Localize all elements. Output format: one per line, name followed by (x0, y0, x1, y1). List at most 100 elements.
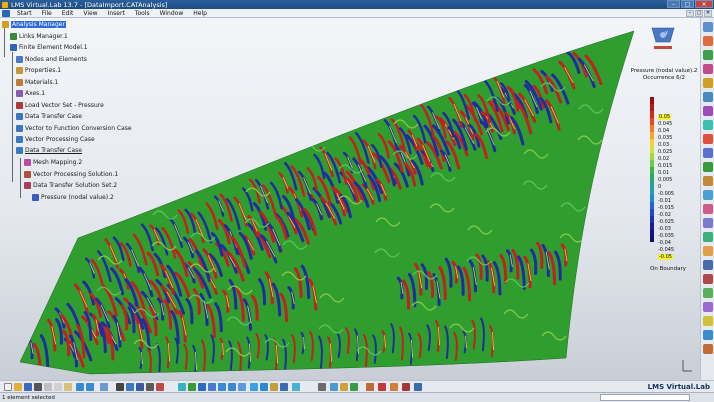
new-file-icon[interactable] (4, 383, 12, 391)
tree-node-properties[interactable]: Properties.1 (16, 66, 61, 75)
hide-show-icon[interactable] (270, 383, 278, 391)
sketch-tool-icon[interactable] (703, 36, 713, 46)
animation-tool-icon[interactable] (703, 176, 713, 186)
menu-start[interactable]: Start (12, 10, 37, 17)
measure-tool-icon[interactable] (703, 302, 713, 312)
legend-tick: 0 (658, 184, 662, 190)
tree-node-label: Vector to Function Conversion Case (25, 125, 132, 132)
normal-view-icon[interactable] (238, 383, 246, 391)
case-tool-icon[interactable] (703, 106, 713, 116)
menu-tools[interactable]: Tools (130, 10, 155, 17)
menu-window[interactable]: Window (155, 10, 189, 17)
color-legend[interactable]: Pressure (nodal value).2 Occurrence 6/2 (628, 68, 700, 278)
doc-close-button[interactable]: ✕ (704, 10, 712, 17)
report-icon[interactable] (414, 383, 422, 391)
vector-tool-icon[interactable] (703, 148, 713, 158)
macro-icon[interactable] (156, 383, 164, 391)
command-input[interactable] (600, 394, 690, 401)
function-tool-icon[interactable] (703, 246, 713, 256)
menu-edit[interactable]: Edit (57, 10, 79, 17)
solve-tool-icon[interactable] (703, 120, 713, 130)
compass-icon[interactable]: y (648, 22, 678, 52)
swap-visible-icon[interactable] (280, 383, 288, 391)
report-tool-icon[interactable] (703, 232, 713, 242)
tree-node-load-vector-set[interactable]: Load Vector Set - Pressure (16, 101, 104, 110)
legend-tick: -0.01 (658, 198, 671, 204)
tree-node-data-transfer-case-1[interactable]: Data Transfer Case (16, 112, 82, 121)
fly-mode-icon[interactable] (178, 383, 186, 391)
rotate-icon[interactable] (208, 383, 216, 391)
tree-node-nodes-elements[interactable]: Nodes and Elements (16, 55, 87, 64)
zoom-out-icon[interactable] (228, 383, 236, 391)
tree-node-fe-model[interactable]: Finite Element Model.1 (10, 43, 88, 52)
catalog-icon[interactable] (126, 383, 134, 391)
display-tool-icon[interactable] (703, 218, 713, 228)
tree-node-mesh-mapping[interactable]: Mesh Mapping.2 (24, 158, 82, 167)
result-icon[interactable] (378, 383, 386, 391)
tree-node-label: Data Transfer Solution Set.2 (33, 182, 118, 189)
select-tool-icon[interactable] (703, 22, 713, 32)
compute-icon[interactable] (366, 383, 374, 391)
contour-tool-icon[interactable] (703, 162, 713, 172)
pan-icon[interactable] (198, 383, 206, 391)
redo-icon[interactable] (86, 383, 94, 391)
image-capture-icon[interactable] (136, 383, 144, 391)
animate-icon[interactable] (390, 383, 398, 391)
open-file-icon[interactable] (14, 383, 22, 391)
render-style-icon[interactable] (292, 383, 300, 391)
close-button[interactable]: ✕ (695, 0, 713, 8)
tree-node-analysis-manager[interactable]: Analysis Manager (2, 20, 66, 29)
tree-node-axes[interactable]: Axes.1 (16, 89, 45, 98)
annotation-tool-icon[interactable] (703, 316, 713, 326)
formula-icon[interactable] (116, 383, 124, 391)
property-tool-icon[interactable] (703, 64, 713, 74)
point-icon[interactable] (330, 383, 338, 391)
paste-icon[interactable] (64, 383, 72, 391)
probe-tool-icon[interactable] (703, 190, 713, 200)
fit-all-icon[interactable] (188, 383, 196, 391)
shading-icon[interactable] (260, 383, 268, 391)
measure-icon[interactable] (318, 383, 326, 391)
mesh-tool-icon[interactable] (703, 50, 713, 60)
zoom-in-icon[interactable] (218, 383, 226, 391)
print-icon[interactable] (34, 383, 42, 391)
filter-icon[interactable] (350, 383, 358, 391)
minimize-button[interactable]: – (667, 0, 680, 8)
tree-node-materials[interactable]: Materials.1 (16, 78, 58, 87)
image-tool-icon[interactable] (703, 134, 713, 144)
transfer-tool-icon[interactable] (703, 260, 713, 270)
iso-view-icon[interactable] (250, 383, 258, 391)
tree-node-data-transfer-case-2[interactable]: Data Transfer Case (16, 146, 82, 155)
doc-restore-button[interactable]: ▢ (695, 10, 703, 17)
menu-insert[interactable]: Insert (103, 10, 130, 17)
tree-node-vector-processing-case[interactable]: Vector Processing Case (16, 135, 95, 144)
export-tool-icon[interactable] (703, 274, 713, 284)
save-icon[interactable] (24, 383, 32, 391)
group-icon[interactable] (340, 383, 348, 391)
maximize-button[interactable]: ▢ (681, 0, 694, 8)
table-icon[interactable] (146, 383, 154, 391)
help-icon[interactable] (100, 383, 108, 391)
tree-node-data-transfer-solution-set[interactable]: Data Transfer Solution Set.2 (24, 181, 117, 190)
check-tool-icon[interactable] (703, 288, 713, 298)
undo-icon[interactable] (76, 383, 84, 391)
3d-viewport[interactable]: Analysis Manager Links Manager.1 Finite … (0, 18, 700, 380)
menu-view[interactable]: View (78, 10, 102, 17)
fe-model-icon (10, 44, 17, 51)
copy-icon[interactable] (54, 383, 62, 391)
menu-help[interactable]: Help (188, 10, 212, 17)
material-tool-icon[interactable] (703, 78, 713, 88)
load-tool-icon[interactable] (703, 92, 713, 102)
tree-node-vector-processing-solution[interactable]: Vector Processing Solution.1 (24, 170, 118, 179)
cut-icon[interactable] (44, 383, 52, 391)
settings-tool-icon[interactable] (703, 330, 713, 340)
stop-icon[interactable] (402, 383, 410, 391)
doc-minimize-button[interactable]: – (686, 10, 694, 17)
tree-node-vector-conversion[interactable]: Vector to Function Conversion Case (16, 124, 132, 133)
tree-node-pressure-result[interactable]: Pressure (nodal value).2 (32, 193, 114, 202)
help-tool-icon[interactable] (703, 344, 713, 354)
section-tool-icon[interactable] (703, 204, 713, 214)
document-icon[interactable] (2, 9, 10, 17)
tree-node-links-manager[interactable]: Links Manager.1 (10, 32, 68, 41)
menu-file[interactable]: File (37, 10, 57, 17)
